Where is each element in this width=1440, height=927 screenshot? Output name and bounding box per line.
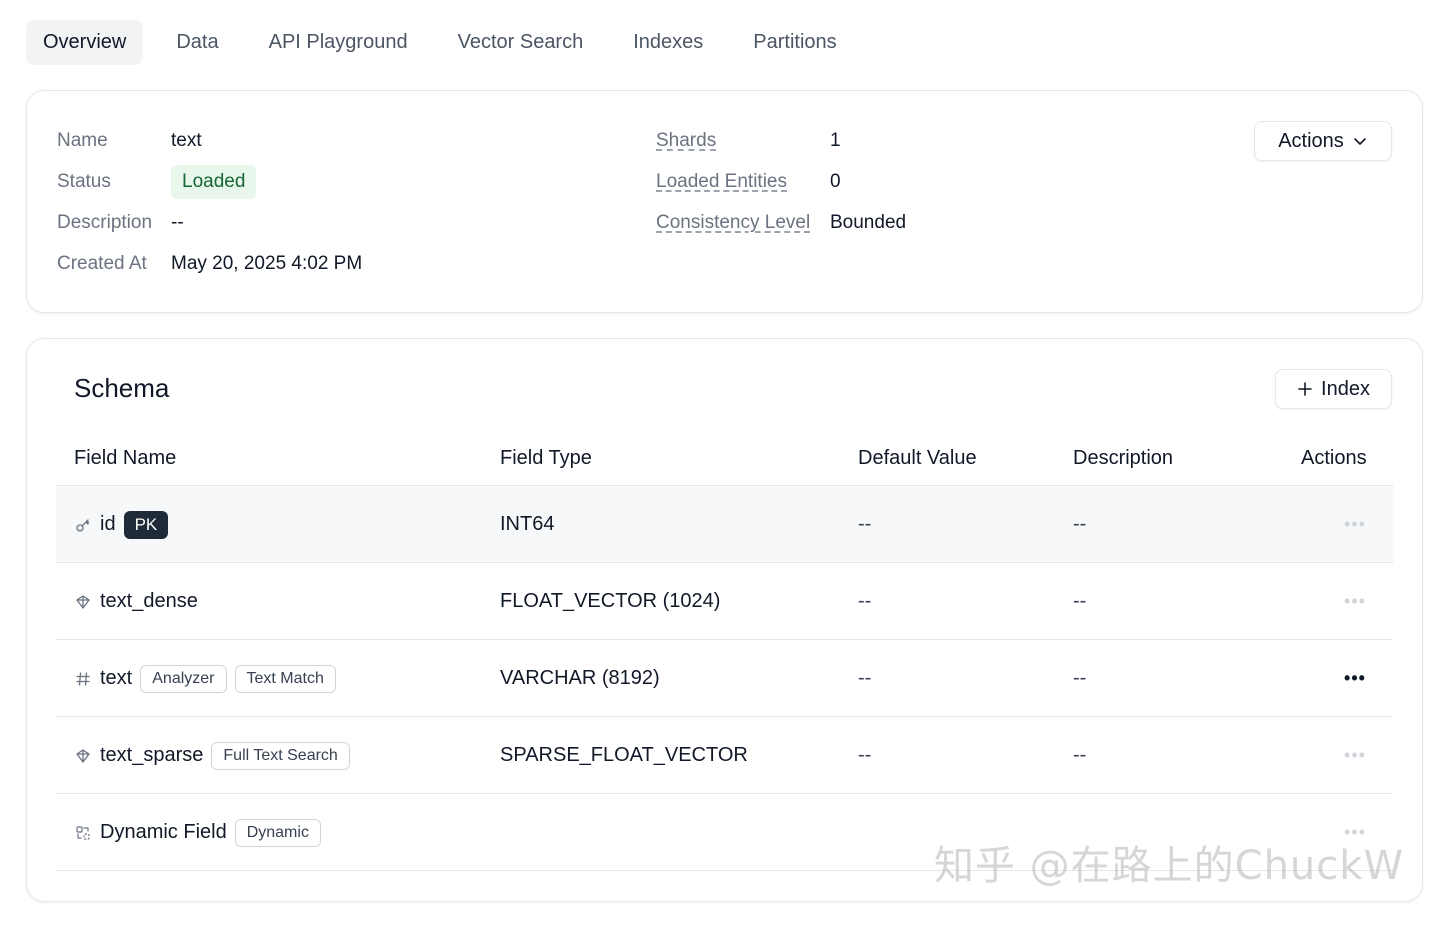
- schema-title: Schema: [74, 373, 170, 403]
- field-name-cell: id PK: [74, 486, 169, 563]
- table-row: text_sparse Full Text Search SPARSE_FLOA…: [56, 717, 1393, 794]
- info-consistency-row: Consistency Level Bounded: [656, 206, 906, 240]
- field-name: text: [100, 667, 133, 689]
- tab-api-playground[interactable]: API Playground: [252, 20, 425, 65]
- more-actions-icon[interactable]: •••: [1340, 717, 1370, 794]
- info-entities-row: Loaded Entities 0: [656, 165, 841, 199]
- table-row: id PK INT64 -- -- •••: [56, 486, 1393, 563]
- col-field-name: Field Name: [74, 447, 177, 469]
- default-value: --: [858, 667, 872, 689]
- tab-overview[interactable]: Overview: [26, 20, 144, 65]
- actions-button-label: Actions: [1278, 129, 1344, 152]
- name-value: text: [171, 130, 202, 151]
- more-actions-icon[interactable]: •••: [1340, 563, 1370, 640]
- full-text-search-tag: Full Text Search: [211, 741, 350, 770]
- tab-indexes[interactable]: Indexes: [616, 20, 720, 65]
- add-index-button[interactable]: Index: [1275, 369, 1392, 409]
- vector-icon: [74, 747, 92, 765]
- default-value: --: [858, 590, 872, 612]
- created-at-label: Created At: [57, 253, 147, 274]
- consistency-level-label: Consistency Level: [656, 212, 811, 233]
- shards-value: 1: [830, 130, 841, 151]
- more-actions-icon[interactable]: •••: [1340, 640, 1370, 717]
- more-actions-icon[interactable]: •••: [1340, 486, 1370, 563]
- vector-icon: [74, 593, 92, 611]
- default-value: --: [858, 744, 872, 766]
- field-name: text_sparse: [100, 744, 204, 766]
- field-name-cell: Dynamic Field Dynamic: [74, 794, 321, 871]
- collection-info-card: Name text Status Loaded Description -- C…: [26, 90, 1423, 313]
- schema-table: Field Name Field Type Default Value Desc…: [56, 431, 1393, 871]
- info-description-row: Description --: [57, 206, 184, 240]
- col-field-type: Field Type: [500, 447, 592, 469]
- description-label: Description: [57, 212, 153, 233]
- chevron-down-icon: [1352, 133, 1368, 149]
- field-name-cell: text Analyzer Text Match: [74, 640, 336, 717]
- pk-badge: PK: [123, 510, 169, 539]
- field-type: INT64: [500, 513, 555, 535]
- col-actions: Actions: [1301, 447, 1367, 469]
- info-shards-row: Shards 1: [656, 124, 841, 158]
- add-index-label: Index: [1321, 377, 1370, 400]
- key-icon: [74, 516, 92, 534]
- field-name: id: [100, 513, 116, 535]
- tab-data[interactable]: Data: [159, 20, 235, 65]
- field-description: --: [1073, 513, 1087, 535]
- tab-bar: Overview Data API Playground Vector Sear…: [26, 20, 870, 65]
- field-type: VARCHAR (8192): [500, 667, 660, 689]
- loaded-entities-value: 0: [830, 171, 841, 192]
- hash-icon: [74, 670, 92, 688]
- field-description: --: [1073, 667, 1087, 689]
- col-description: Description: [1073, 447, 1174, 469]
- tab-partitions[interactable]: Partitions: [736, 20, 853, 65]
- field-description: --: [1073, 744, 1087, 766]
- text-match-tag: Text Match: [234, 664, 336, 693]
- field-type: SPARSE_FLOAT_VECTOR: [500, 744, 748, 766]
- info-name-row: Name text: [57, 124, 202, 158]
- table-header: Field Name Field Type Default Value Desc…: [56, 431, 1393, 486]
- field-type: FLOAT_VECTOR (1024): [500, 590, 721, 612]
- col-default-value: Default Value: [858, 447, 977, 469]
- field-name-cell: text_dense: [74, 563, 198, 640]
- status-label: Status: [57, 171, 111, 192]
- dynamic-field-icon: [74, 824, 92, 842]
- actions-dropdown-button[interactable]: Actions: [1254, 121, 1392, 161]
- name-label: Name: [57, 130, 108, 151]
- description-value: --: [171, 212, 184, 233]
- info-status-row: Status Loaded: [57, 165, 257, 199]
- consistency-level-value: Bounded: [830, 212, 907, 233]
- field-description: --: [1073, 590, 1087, 612]
- table-row: text_dense FLOAT_VECTOR (1024) -- -- •••: [56, 563, 1393, 640]
- loaded-entities-label: Loaded Entities: [656, 171, 787, 192]
- created-at-value: May 20, 2025 4:02 PM: [171, 253, 363, 274]
- tab-vector-search[interactable]: Vector Search: [441, 20, 601, 65]
- schema-card: Schema Index Field Name Field Type Defau…: [26, 338, 1423, 902]
- field-name-cell: text_sparse Full Text Search: [74, 717, 350, 794]
- status-badge: Loaded: [171, 165, 257, 199]
- field-name: Dynamic Field: [100, 821, 227, 843]
- watermark: 知乎 @在路上的ChuckW: [933, 843, 1404, 889]
- default-value: --: [858, 513, 872, 535]
- table-row: text Analyzer Text Match VARCHAR (8192) …: [56, 640, 1393, 717]
- info-created-row: Created At May 20, 2025 4:02 PM: [57, 247, 362, 281]
- plus-icon: [1297, 381, 1313, 397]
- analyzer-tag: Analyzer: [140, 664, 227, 693]
- dynamic-tag: Dynamic: [234, 818, 321, 847]
- field-name: text_dense: [100, 590, 198, 612]
- shards-label: Shards: [656, 130, 717, 151]
